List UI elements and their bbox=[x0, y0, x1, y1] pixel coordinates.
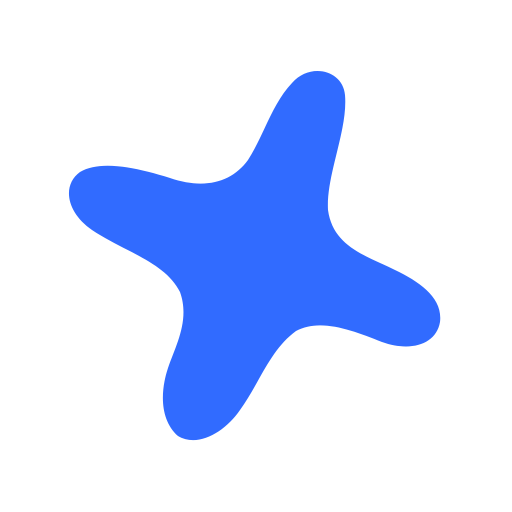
star-shape bbox=[68, 70, 441, 441]
four-point-star-icon bbox=[68, 70, 441, 441]
canvas bbox=[0, 0, 512, 512]
